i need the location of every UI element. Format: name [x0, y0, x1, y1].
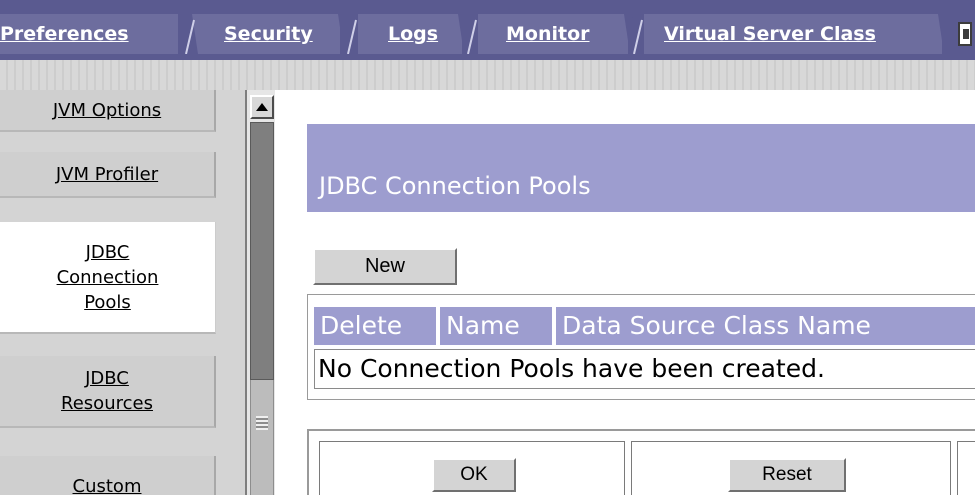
empty-table-message: No Connection Pools have been created. — [314, 349, 975, 389]
sidebar-item-jdbc-resources[interactable]: JDBC Resources — [0, 356, 216, 428]
tab-monitor[interactable]: Monitor — [478, 14, 628, 54]
tab-separator — [938, 14, 958, 54]
button-cell — [957, 441, 975, 495]
column-header-data-source-class-name: Data Source Class Name — [556, 307, 975, 345]
scrollbar-upper-track[interactable] — [250, 122, 274, 380]
tab-logs[interactable]: Logs — [358, 14, 462, 54]
tab-preferences[interactable]: Preferences — [0, 14, 178, 54]
tab-label-monitor: Monitor — [506, 23, 590, 45]
main-content: JDBC Connection Pools New Delete Name Da… — [277, 90, 975, 495]
sidebar-item-label: JVM Profiler — [55, 163, 159, 185]
sidebar-item-label: JDBC Resources — [61, 368, 153, 414]
tab-separator — [178, 14, 200, 54]
action-button-bar: OK Reset — [307, 429, 975, 495]
connection-pools-table: Delete Name Data Source Class Name No Co… — [307, 294, 975, 400]
new-button[interactable]: New — [313, 248, 457, 285]
tab-separator — [338, 14, 360, 54]
tab-bar: Preferences Security Logs Monitor Virtua… — [0, 0, 975, 60]
page-title: JDBC Connection Pools — [319, 172, 591, 200]
tab-security[interactable]: Security — [200, 14, 340, 54]
scrollbar-grip-icon[interactable] — [256, 416, 268, 430]
tab-label-security: Security — [224, 23, 313, 45]
tab-label-virtual-server-class: Virtual Server Class — [664, 23, 876, 45]
more-tabs-icon[interactable] — [958, 22, 972, 46]
ok-button-cell: OK — [319, 441, 625, 495]
tab-strip — [0, 60, 975, 90]
sidebar-item-custom[interactable]: Custom — [0, 456, 216, 495]
reset-button-cell: Reset — [631, 441, 951, 495]
sidebar-item-jdbc-connection-pools[interactable]: JDBC Connection Pools — [0, 222, 216, 334]
reset-button[interactable]: Reset — [728, 458, 846, 492]
sidebar-scrollbar[interactable] — [245, 90, 275, 495]
column-header-name: Name — [440, 307, 552, 345]
scroll-up-arrow-icon[interactable] — [250, 95, 274, 119]
sidebar-item-label: JDBC Connection Pools — [56, 241, 159, 313]
ok-button[interactable]: OK — [432, 458, 516, 492]
sidebar-item-label: JVM Options — [52, 99, 162, 121]
tab-separator — [458, 14, 480, 54]
tab-label-logs: Logs — [388, 23, 439, 45]
tab-virtual-server-class[interactable]: Virtual Server Class — [644, 14, 942, 54]
tab-separator — [624, 14, 646, 54]
sidebar-item-jvm-options[interactable]: JVM Options — [0, 90, 216, 132]
sidebar-item-label: Custom — [72, 476, 142, 495]
sidebar-item-jvm-profiler[interactable]: JVM Profiler — [0, 152, 216, 198]
sidebar: JVM Options JVM Profiler JDBC Connection… — [0, 90, 245, 495]
page-header: JDBC Connection Pools — [307, 124, 975, 212]
column-header-delete: Delete — [314, 307, 436, 345]
tab-label-preferences: Preferences — [0, 23, 129, 45]
